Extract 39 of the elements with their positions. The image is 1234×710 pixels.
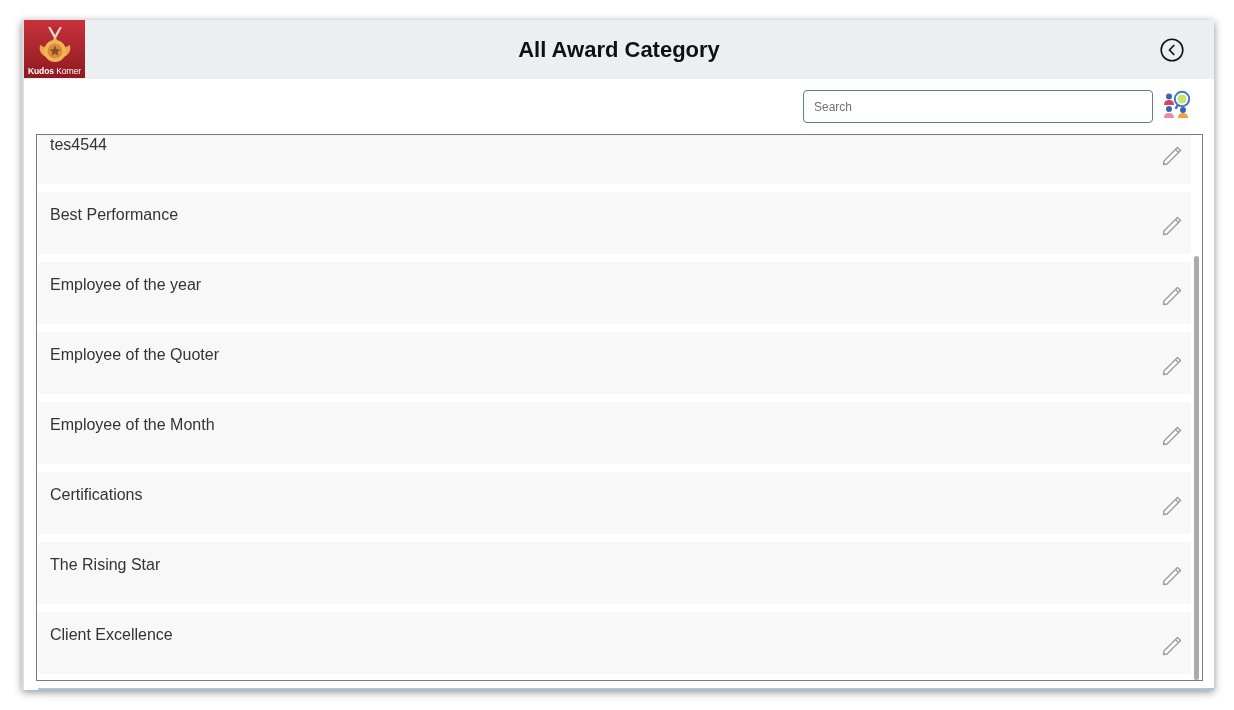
- pencil-icon: [1162, 566, 1182, 586]
- edit-button[interactable]: [1162, 356, 1182, 376]
- category-name: Employee of the Month: [50, 415, 215, 435]
- edit-button[interactable]: [1162, 146, 1182, 166]
- pencil-icon: [1162, 426, 1182, 446]
- category-row[interactable]: Best Performance: [38, 192, 1191, 254]
- category-row[interactable]: Client Excellence: [38, 612, 1191, 674]
- category-row[interactable]: Employee of the Month: [38, 402, 1191, 464]
- edit-button[interactable]: [1162, 636, 1182, 656]
- scrollbar[interactable]: [1194, 256, 1199, 680]
- pencil-icon: [1162, 636, 1182, 656]
- pencil-icon: [1162, 286, 1182, 306]
- pencil-icon: [1162, 146, 1182, 166]
- category-name: Employee of the Quoter: [50, 345, 219, 365]
- category-row[interactable]: Certifications: [38, 472, 1191, 534]
- chevron-left-circle-icon: [1160, 37, 1184, 62]
- category-name: Client Excellence: [50, 625, 173, 645]
- edit-button[interactable]: [1162, 216, 1182, 236]
- pencil-icon: [1162, 216, 1182, 236]
- category-row[interactable]: tes4544: [38, 135, 1191, 184]
- people-magnifier-icon[interactable]: [1162, 90, 1192, 120]
- category-name: tes4544: [50, 135, 107, 155]
- search-field[interactable]: Search: [803, 90, 1153, 123]
- edit-button[interactable]: [1162, 566, 1182, 586]
- category-row[interactable]: Employee of the Quoter: [38, 332, 1191, 394]
- pencil-icon: [1162, 496, 1182, 516]
- category-name: Best Performance: [50, 205, 179, 225]
- category-name: Certifications: [50, 485, 143, 505]
- edit-button[interactable]: [1162, 426, 1182, 446]
- category-name: The Rising Star: [50, 555, 161, 575]
- page-title: All Award Category: [518, 36, 720, 63]
- pencil-icon: [1162, 356, 1182, 376]
- edit-button[interactable]: [1162, 496, 1182, 516]
- category-name: Employee of the year: [50, 275, 202, 295]
- back-button[interactable]: [1159, 36, 1185, 63]
- category-row[interactable]: Employee of the year: [38, 262, 1191, 324]
- category-row[interactable]: The Rising Star: [38, 542, 1191, 604]
- edit-button[interactable]: [1162, 286, 1182, 306]
- logo-text: Kudos Korner: [27, 66, 82, 76]
